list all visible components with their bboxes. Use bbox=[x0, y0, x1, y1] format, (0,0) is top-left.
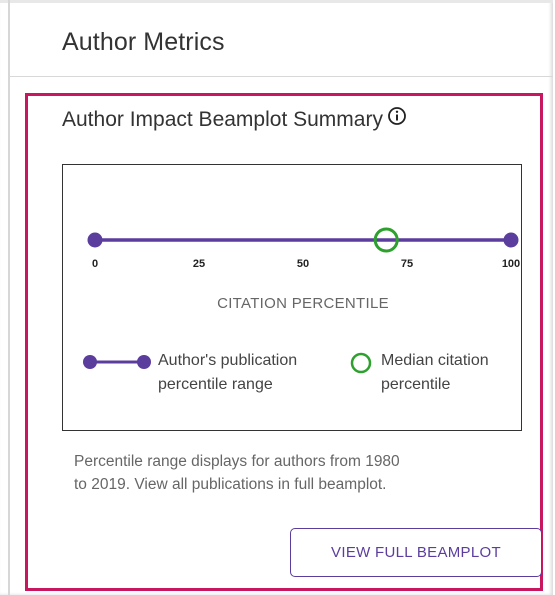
tick-label: 100 bbox=[502, 258, 520, 270]
tick-label: 50 bbox=[297, 258, 309, 270]
card-title: Author Impact Beamplot Summary bbox=[62, 108, 383, 131]
beamplot-summary-card: Author Impact Beamplot Summary 0 25 50 75 10… bbox=[25, 93, 543, 591]
median-legend-label: Median citation percentile bbox=[381, 349, 489, 397]
author-metrics-panel: Author Metrics Author Impact Beamplot Su… bbox=[0, 0, 553, 595]
tick-label: 0 bbox=[92, 258, 98, 270]
median-legend-line2: percentile bbox=[381, 376, 451, 393]
median-legend-line1: Median citation bbox=[381, 352, 489, 369]
note-line2: to 2019. View all publications in full b… bbox=[74, 476, 387, 493]
range-legend-label: Author's publication percentile range bbox=[158, 349, 297, 397]
info-circle-icon[interactable] bbox=[387, 106, 407, 132]
panel-title: Author Metrics bbox=[62, 28, 225, 56]
median-legend-icon bbox=[350, 352, 372, 374]
range-min-dot bbox=[87, 232, 103, 248]
percentile-note: Percentile range displays for authors fr… bbox=[74, 450, 514, 496]
legend: Author's publication percentile range Me… bbox=[63, 345, 523, 405]
range-max-dot bbox=[503, 232, 519, 248]
top-border bbox=[0, 0, 553, 3]
tick-label: 75 bbox=[401, 258, 413, 270]
range-legend-line2: percentile range bbox=[158, 376, 273, 393]
left-border bbox=[8, 0, 10, 595]
range-legend-line1: Author's publication bbox=[158, 352, 298, 369]
note-line1: Percentile range displays for authors fr… bbox=[74, 453, 400, 470]
card-title-row: Author Impact Beamplot Summary bbox=[62, 106, 407, 132]
x-axis-label: CITATION PERCENTILE bbox=[217, 295, 389, 312]
view-full-beamplot-button[interactable]: VIEW FULL BEAMPLOT bbox=[290, 528, 542, 577]
tick-label: 25 bbox=[193, 258, 205, 270]
beamplot-chart: 0 25 50 75 100 CITATION PERCENTILE Author's p… bbox=[62, 164, 522, 431]
header-divider bbox=[10, 76, 553, 77]
range-legend-icon bbox=[83, 355, 151, 369]
